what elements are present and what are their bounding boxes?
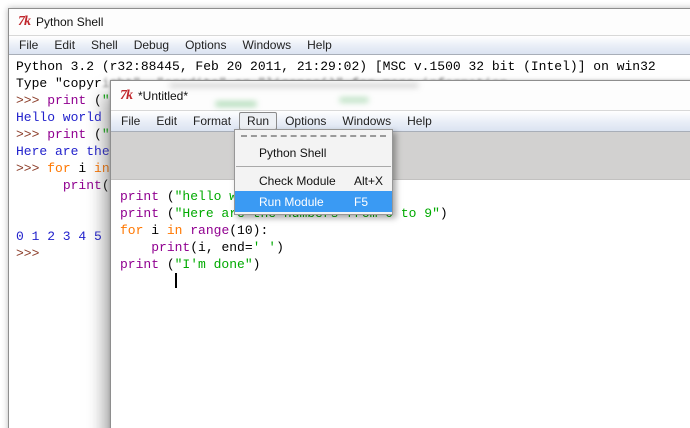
run-dropdown-menu: Python Shell Check Module Alt+X Run Module F… <box>234 129 393 215</box>
menu-item-file[interactable]: File <box>11 36 46 54</box>
glass-ghost-blur <box>215 101 257 107</box>
shell-menu-bar: File Edit Shell Debug Options Windows Help <box>9 35 690 55</box>
shell-title-bar[interactable]: 7k Python Shell <box>9 9 690 35</box>
editor-window-title: *Untitled* <box>138 88 189 103</box>
menu-item-label: Check Module <box>259 173 336 188</box>
text-caret <box>174 273 177 288</box>
menu-item-edit[interactable]: Edit <box>46 36 83 54</box>
editor-text-area[interactable]: print ("hello world") print ("Here are th… <box>111 180 690 290</box>
menu-item-format[interactable]: Format <box>185 112 239 130</box>
editor-menu-bar: File Edit Format Run Options Windows Help <box>111 110 690 132</box>
menu-item-label: Run Module <box>259 194 324 209</box>
glass-ghost-blur <box>169 83 419 88</box>
menu-item-shell[interactable]: Shell <box>83 36 126 54</box>
menu-item-run[interactable]: Run <box>239 112 278 130</box>
menu-item-file[interactable]: File <box>113 112 148 130</box>
code-line <box>120 273 690 290</box>
menu-item-python-shell[interactable]: Python Shell <box>235 142 392 163</box>
editor-title-bar[interactable]: 7k *Untitled* <box>111 81 690 110</box>
menu-item-help[interactable]: Help <box>399 112 440 130</box>
code-line: Python 3.2 (r32:88445, Feb 20 2011, 21:2… <box>16 59 656 74</box>
menu-item-options[interactable]: Options <box>177 36 234 54</box>
menu-item-edit[interactable]: Edit <box>148 112 185 130</box>
code-line: for i in range(10): <box>120 223 269 238</box>
editor-gray-band <box>111 132 690 180</box>
editor-window: 7k *Untitled* File Edit Format Run Options Wi… <box>110 80 690 428</box>
menu-item-options[interactable]: Options <box>277 112 334 130</box>
menu-separator <box>236 166 391 167</box>
tk-app-icon[interactable]: 7k <box>120 88 133 103</box>
menu-item-shortcut: F5 <box>354 194 369 209</box>
menu-tearoff-handle[interactable] <box>235 130 392 142</box>
menu-item-windows[interactable]: Windows <box>334 112 399 130</box>
menu-item-debug[interactable]: Debug <box>126 36 177 54</box>
menu-item-help[interactable]: Help <box>299 36 340 54</box>
code-line: print(i, end=' ') <box>151 240 284 255</box>
code-line: print ("I'm done") <box>120 257 261 272</box>
tk-app-icon[interactable]: 7k <box>18 15 31 29</box>
code-line: print ("Here are the numbers from 0 to 9… <box>120 206 448 221</box>
desktop: 7k Python Shell File Edit Shell Debug Option… <box>0 0 690 428</box>
glass-ghost-blur <box>339 97 369 103</box>
menu-item-check-module[interactable]: Check Module Alt+X <box>235 170 392 191</box>
menu-item-windows[interactable]: Windows <box>234 36 299 54</box>
menu-item-shortcut: Alt+X <box>354 173 384 188</box>
menu-item-run-module[interactable]: Run Module F5 <box>235 191 392 212</box>
code-line: print ("hello world") <box>120 189 284 204</box>
menu-item-label: Python Shell <box>259 145 327 160</box>
shell-window-title: Python Shell <box>36 15 104 29</box>
